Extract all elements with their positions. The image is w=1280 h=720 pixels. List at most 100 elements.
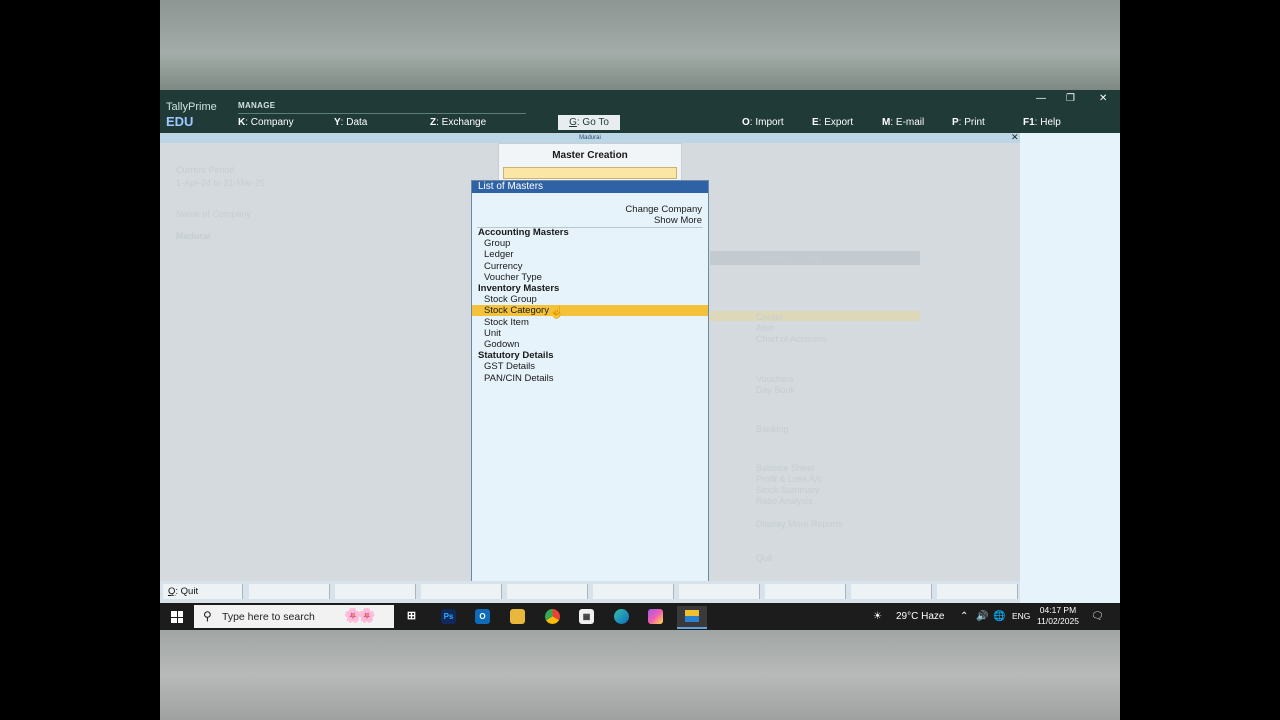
masters-list-item[interactable]: Ledger bbox=[472, 249, 708, 260]
empty-button-slot[interactable] bbox=[765, 584, 846, 599]
masters-item-label: Statutory Details bbox=[478, 350, 554, 362]
masters-item-label: Unit bbox=[484, 327, 501, 339]
masters-list-item[interactable]: Godown bbox=[472, 339, 708, 350]
masters-item-label: Currency bbox=[484, 260, 523, 272]
outlook-icon[interactable]: O bbox=[475, 609, 490, 624]
masters-list-item[interactable]: Unit bbox=[472, 328, 708, 339]
masters-group-heading: Statutory Details bbox=[472, 350, 708, 361]
windows-taskbar: ⚲ Type here to search 🌸🌸 ⊞ Ps O ▦ ☀ 29°C… bbox=[160, 603, 1120, 630]
weather-text[interactable]: 29°C Haze bbox=[896, 611, 944, 622]
masters-group-heading: Inventory Masters bbox=[472, 283, 708, 294]
menu-company[interactable]: K: Company bbox=[238, 117, 294, 128]
empty-button-slot[interactable] bbox=[593, 584, 674, 599]
company-name-label: Name of Company bbox=[176, 209, 252, 219]
top-menu-bar: TallyPrime EDU MANAGE K: Company Y: Data… bbox=[160, 90, 1120, 133]
windows-start-icon[interactable] bbox=[171, 611, 183, 623]
minimize-icon[interactable]: — bbox=[1036, 93, 1046, 104]
empty-button-slot[interactable] bbox=[249, 584, 330, 599]
menu-email[interactable]: M: E-mail bbox=[882, 117, 924, 128]
right-button-panel bbox=[1020, 133, 1120, 603]
masters-list-item[interactable]: PAN/CIN Details bbox=[472, 373, 708, 384]
gateway-item: Day Book bbox=[756, 385, 796, 395]
empty-button-slot[interactable] bbox=[421, 584, 502, 599]
letterbox-left bbox=[0, 0, 160, 720]
empty-button-slot[interactable] bbox=[507, 584, 588, 599]
gateway-item: Banking bbox=[756, 424, 789, 434]
masters-list-item[interactable]: GST Details bbox=[472, 361, 708, 372]
clock-date: 11/02/2025 bbox=[1037, 616, 1079, 626]
quit-button[interactable]: Q: Quit bbox=[163, 584, 243, 599]
menu-print[interactable]: P: Print bbox=[952, 117, 985, 128]
letterbox-right bbox=[1120, 0, 1280, 720]
manage-divider bbox=[238, 113, 526, 114]
menu-data[interactable]: Y: Data bbox=[334, 117, 367, 128]
taskbar-clock[interactable]: 04:17 PM 11/02/2025 bbox=[1036, 605, 1080, 627]
bottom-button-bar: Q: Quit bbox=[160, 581, 1020, 603]
microsoft-store-icon[interactable]: ▦ bbox=[579, 609, 594, 624]
file-explorer-icon[interactable] bbox=[510, 609, 525, 624]
gateway-item: Vouchers bbox=[756, 374, 794, 384]
chrome-icon[interactable] bbox=[545, 609, 560, 624]
menu-import[interactable]: O: Import bbox=[742, 117, 784, 128]
tally-taskbar-icon[interactable] bbox=[677, 606, 707, 629]
menu-export[interactable]: E: Export bbox=[812, 117, 853, 128]
masters-item-label: Stock Group bbox=[484, 294, 537, 306]
gateway-highlight bbox=[710, 311, 920, 321]
restore-icon[interactable]: ❐ bbox=[1066, 93, 1075, 104]
photoshop-icon[interactable]: Ps bbox=[441, 609, 456, 624]
taskbar-search-box[interactable]: ⚲ Type here to search 🌸🌸 bbox=[194, 605, 394, 628]
masters-list-item[interactable]: Group bbox=[472, 238, 708, 249]
manage-section-label: MANAGE bbox=[238, 101, 276, 110]
empty-button-slot[interactable] bbox=[851, 584, 932, 599]
gateway-item: Chart of Accounts bbox=[756, 334, 828, 344]
search-placeholder: Type here to search bbox=[222, 611, 315, 623]
masters-item-label: Group bbox=[484, 238, 511, 250]
masters-item-label: Accounting Masters bbox=[478, 227, 569, 238]
master-creation-title: Master Creation bbox=[552, 150, 628, 161]
masters-list-item[interactable]: Stock Group bbox=[472, 294, 708, 305]
close-icon[interactable]: ✕ bbox=[1011, 132, 1019, 143]
app-brand: TallyPrime bbox=[166, 101, 217, 113]
change-company-link[interactable]: Change Company bbox=[625, 204, 702, 215]
blurred-background-top bbox=[160, 0, 1120, 90]
task-view-icon[interactable]: ⊞ bbox=[404, 609, 419, 624]
close-icon[interactable]: ✕ bbox=[1099, 93, 1107, 104]
show-more-link[interactable]: Show More bbox=[654, 215, 702, 226]
masters-list-item[interactable]: Voucher Type bbox=[472, 272, 708, 283]
gateway-item: Alter bbox=[756, 323, 775, 333]
masters-item-label: Stock Category bbox=[484, 305, 549, 317]
language-indicator[interactable]: ENG bbox=[1012, 611, 1030, 621]
masters-item-label: Stock Item bbox=[484, 316, 529, 328]
notification-icon[interactable]: 🗨 bbox=[1091, 611, 1104, 622]
masters-group-heading: Accounting Masters bbox=[472, 227, 708, 238]
gateway-item: Stock Summary bbox=[756, 485, 820, 495]
menu-goto-button[interactable]: G: Go To bbox=[558, 115, 620, 130]
app-edition: EDU bbox=[166, 114, 194, 129]
masters-list-item[interactable]: Stock Item bbox=[472, 317, 708, 328]
copilot-icon[interactable] bbox=[648, 609, 663, 624]
masters-item-label: PAN/CIN Details bbox=[484, 372, 554, 384]
chevron-up-icon[interactable]: ⌃ bbox=[960, 611, 968, 622]
empty-button-slot[interactable] bbox=[679, 584, 760, 599]
weather-icon: ☀ bbox=[873, 611, 882, 622]
menu-exchange[interactable]: Z: Exchange bbox=[430, 117, 486, 128]
volume-icon[interactable]: 🔊 bbox=[976, 611, 988, 622]
globe-icon[interactable]: 🌐 bbox=[993, 611, 1005, 622]
masters-list-item[interactable]: Stock Category ☝ bbox=[472, 305, 708, 318]
empty-button-slot[interactable] bbox=[335, 584, 416, 599]
current-period-label: Current Period bbox=[176, 165, 235, 175]
edge-icon[interactable] bbox=[614, 609, 629, 624]
current-period-value: 1-Apr-24 to 31-Mar-25 bbox=[176, 178, 266, 188]
masters-list-item[interactable]: Currency bbox=[472, 261, 708, 272]
gateway-item: Balance Sheet bbox=[756, 463, 815, 473]
list-of-masters-title: List of Masters bbox=[472, 181, 708, 193]
flowers-icon: 🌸🌸 bbox=[344, 607, 376, 623]
gateway-item: Display More Reports bbox=[756, 519, 843, 529]
masters-item-label: GST Details bbox=[484, 361, 536, 373]
blurred-background-bottom bbox=[160, 630, 1120, 720]
menu-help[interactable]: F1: Help bbox=[1023, 117, 1061, 128]
tally-window: TallyPrime EDU MANAGE K: Company Y: Data… bbox=[160, 90, 1120, 630]
master-search-input[interactable] bbox=[503, 167, 677, 179]
empty-button-slot[interactable] bbox=[937, 584, 1018, 599]
masters-item-label: Godown bbox=[484, 339, 520, 350]
